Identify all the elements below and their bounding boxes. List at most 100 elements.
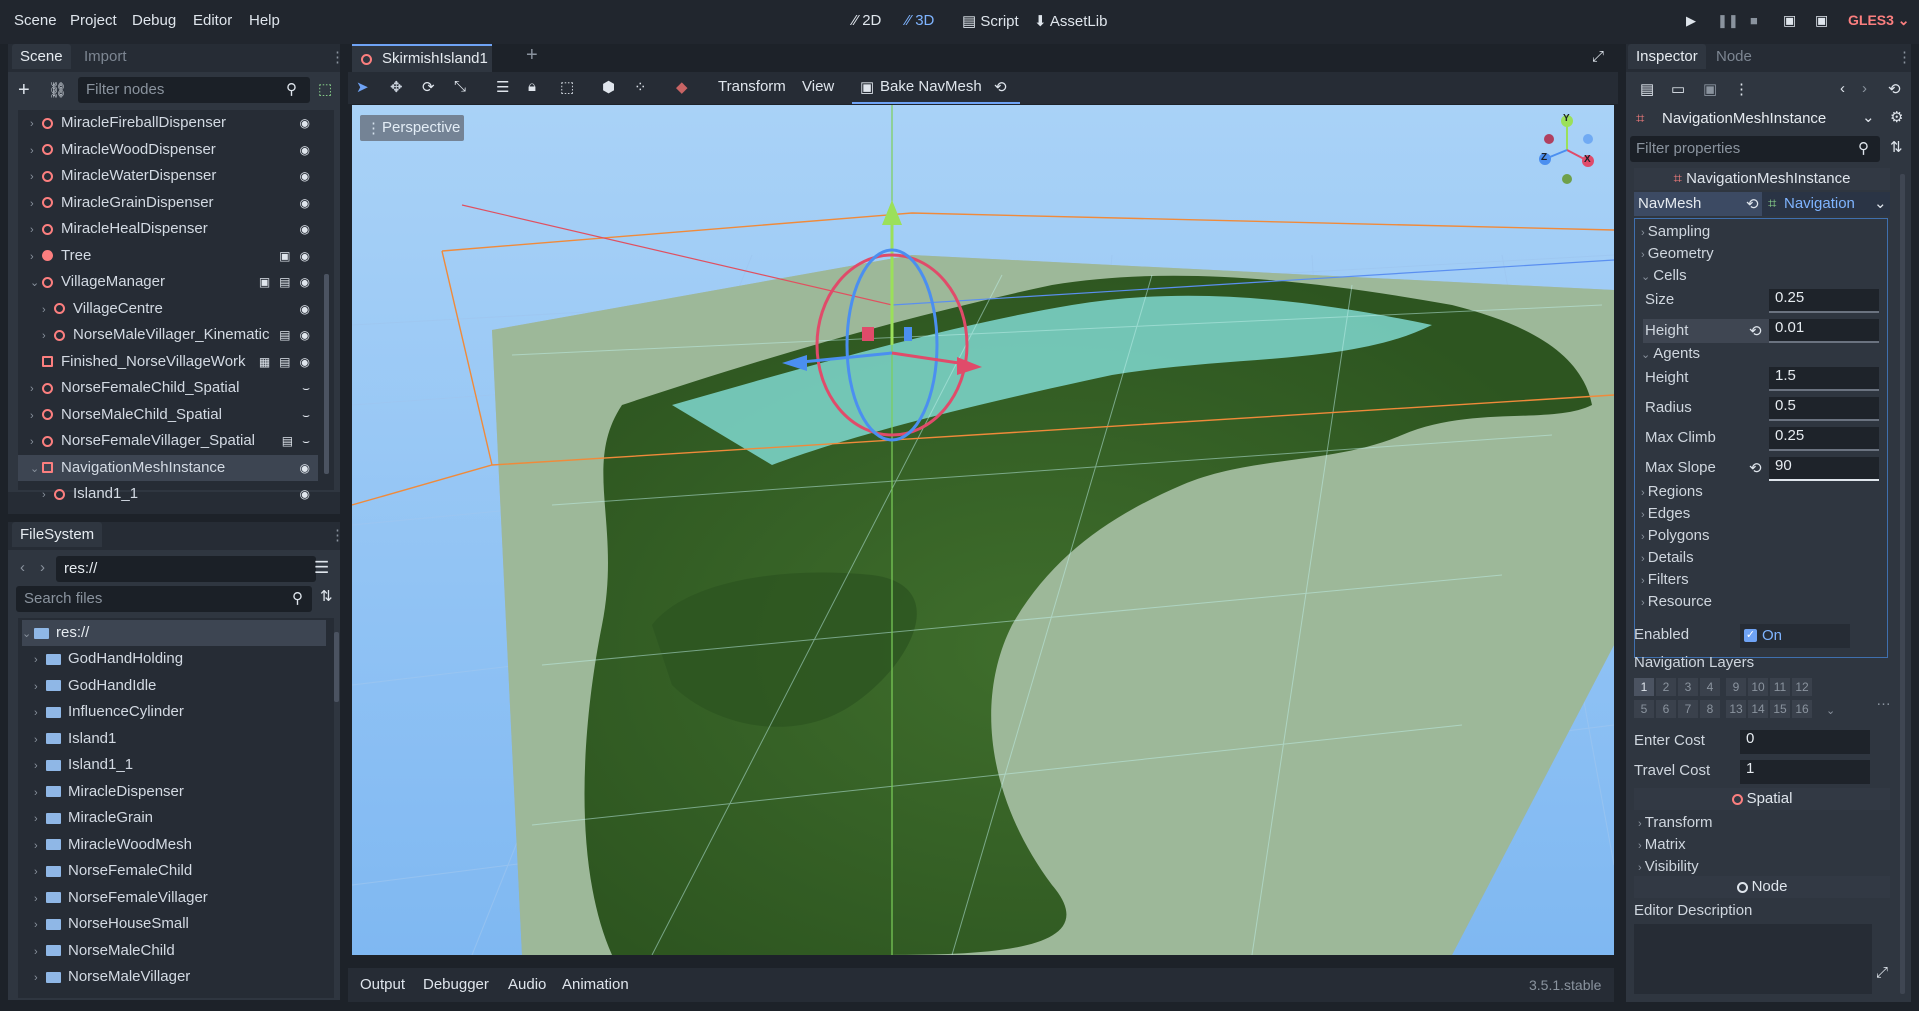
list-select-icon[interactable]: ☰ <box>496 78 509 96</box>
visibility-eye-icon[interactable]: ◉ <box>300 355 310 369</box>
workspace-2d-button[interactable]: ⁄⁄ 2D <box>853 12 881 29</box>
group-geometry[interactable]: › Geometry <box>1641 245 1714 262</box>
file-tree-scrollbar[interactable] <box>334 632 339 702</box>
scene-tree-node[interactable]: › Tree ▣ ◉ <box>18 243 318 269</box>
menu-debug[interactable]: Debug <box>132 12 176 29</box>
object-properties-icon[interactable]: ⚙ <box>1890 108 1903 126</box>
local-space-icon[interactable]: ⬢ <box>602 78 615 96</box>
new-scene-tab-icon[interactable]: + <box>526 44 538 67</box>
expand-arrow-icon[interactable]: › <box>30 217 42 243</box>
layers-menu-icon[interactable]: … <box>1876 692 1891 709</box>
save-icon[interactable]: ▣ <box>1703 80 1717 98</box>
expand-arrow-icon[interactable]: › <box>34 859 46 885</box>
play-icon[interactable]: ▶ <box>1686 13 1696 29</box>
revert-icon[interactable]: ⟲ <box>1749 459 1762 477</box>
file-tree-folder[interactable]: › MiracleGrain <box>22 805 322 831</box>
group-matrix[interactable]: › Matrix <box>1638 836 1686 853</box>
revert-icon[interactable]: ⟲ <box>1749 322 1762 340</box>
group-edges[interactable]: › Edges <box>1641 505 1690 522</box>
group-polygons[interactable]: › Polygons <box>1641 527 1709 544</box>
file-tree-folder[interactable]: › Island1_1 <box>22 752 322 778</box>
agent-height-field[interactable]: 1.5 <box>1769 367 1879 391</box>
expand-arrow-icon[interactable]: › <box>34 965 46 991</box>
scene-tree-node[interactable]: › NorseMaleVillager_Kinematic ▤ ◉ <box>18 322 318 348</box>
tab-filesystem[interactable]: FileSystem <box>12 522 103 547</box>
visibility-eye-icon[interactable]: ◉ <box>300 249 310 263</box>
open-icon[interactable]: ▭ <box>1671 80 1685 98</box>
back-icon[interactable]: ‹ <box>20 559 25 576</box>
hidden-eye-icon[interactable]: ⌣ <box>302 408 310 422</box>
animation-tab[interactable]: Animation <box>562 976 629 993</box>
file-tree-folder[interactable]: › Island1 <box>22 726 322 752</box>
node-indicator-icon[interactable]: ▣ <box>279 249 290 263</box>
expand-arrow-icon[interactable]: › <box>30 244 42 270</box>
nav-layer-cell[interactable]: 10 <box>1748 678 1768 696</box>
tab-inspector[interactable]: Inspector <box>1628 44 1706 69</box>
group-regions[interactable]: › Regions <box>1641 483 1703 500</box>
perspective-menu[interactable]: ⋮ Perspective <box>360 115 464 141</box>
menu-scene[interactable]: Scene <box>14 12 57 29</box>
distraction-free-icon[interactable]: ⤢ <box>1592 48 1604 65</box>
expand-arrow-icon[interactable]: › <box>34 833 46 859</box>
navigation-layers-grid[interactable]: 1 2 3 4 9 10 11 12 5 6 7 8 13 14 15 16 <box>1634 678 1874 720</box>
history-back-icon[interactable]: ‹ <box>1840 80 1845 97</box>
expand-icon[interactable]: ⤢ <box>1876 964 1888 981</box>
travel-cost-field[interactable]: 1 <box>1740 760 1870 784</box>
audio-tab[interactable]: Audio <box>508 976 546 993</box>
visibility-eye-icon[interactable]: ◉ <box>300 222 310 236</box>
expand-arrow-icon[interactable]: › <box>34 674 46 700</box>
3d-viewport[interactable]: ⋮ Perspective Y Z X <box>352 105 1614 955</box>
file-tree-folder[interactable]: › NorseMaleChild <box>22 938 322 964</box>
stop-icon[interactable]: ■ <box>1750 13 1758 28</box>
hidden-eye-icon[interactable]: ⌣ <box>302 434 310 448</box>
scene-tree-node[interactable]: › Island1_1 ◉ <box>18 481 318 507</box>
workspace-assetlib-button[interactable]: ⬇ AssetLib <box>1034 12 1107 30</box>
more-icon[interactable]: ⋮ <box>1734 80 1749 98</box>
expand-arrow-icon[interactable]: › <box>34 753 46 779</box>
node-indicator-icon[interactable]: ▤ <box>282 434 293 448</box>
scene-tree-node[interactable]: › NorseFemaleChild_Spatial ⌣ <box>18 375 318 401</box>
max-climb-field[interactable]: 0.25 <box>1769 427 1879 451</box>
group-cells[interactable]: ⌄ Cells <box>1641 267 1687 284</box>
expand-arrow-icon[interactable]: › <box>30 429 42 455</box>
new-resource-icon[interactable]: ▤ <box>1640 80 1654 98</box>
node-indicator-icon[interactable]: ▣ <box>259 275 270 289</box>
scene-tree-node[interactable]: › MiracleWoodDispenser ◉ <box>18 137 318 163</box>
nav-layer-cell[interactable]: 13 <box>1726 700 1746 718</box>
file-tree-folder[interactable]: › NorseMaleVillager <box>22 964 322 990</box>
tab-scene[interactable]: Scene <box>12 44 71 69</box>
cell-height-field[interactable]: 0.01 <box>1769 319 1879 343</box>
nav-layer-cell[interactable]: 15 <box>1770 700 1790 718</box>
expand-arrow-icon[interactable]: › <box>30 191 42 217</box>
scene-tree-node[interactable]: › MiracleFireballDispenser ◉ <box>18 110 318 136</box>
node-indicator-icon[interactable]: ▤ <box>279 275 290 289</box>
visibility-eye-icon[interactable]: ◉ <box>300 169 310 183</box>
scene-tree-node[interactable]: › MiracleGrainDispenser ◉ <box>18 190 318 216</box>
expand-arrow-icon[interactable]: › <box>34 780 46 806</box>
expand-arrow-icon[interactable]: ⌄ <box>30 456 42 482</box>
renderer-select[interactable]: GLES3 ⌄ <box>1848 12 1910 29</box>
scene-tree-scrollbar[interactable] <box>324 274 329 474</box>
expand-arrow-icon[interactable]: › <box>30 138 42 164</box>
visibility-eye-icon[interactable]: ◉ <box>300 116 310 130</box>
expand-arrow-icon[interactable]: › <box>30 164 42 190</box>
dock-menu-icon[interactable]: ⋮ <box>330 48 345 66</box>
property-sort-icon[interactable]: ⇅ <box>1890 138 1903 156</box>
view-menu[interactable]: View <box>802 78 834 95</box>
scene-tree-node[interactable]: Finished_NorseVillageWork ▦ ▤ ◉ <box>18 349 318 375</box>
menu-editor[interactable]: Editor <box>193 12 232 29</box>
nav-layer-cell[interactable]: 11 <box>1770 678 1790 696</box>
search-files-input[interactable]: Search files ⚲ <box>16 586 312 612</box>
dock-menu-icon[interactable]: ⋮ <box>1897 48 1912 66</box>
expand-arrow-icon[interactable]: › <box>34 806 46 832</box>
file-tree-root[interactable]: ⌄ res:// <box>22 620 326 646</box>
node-indicator-icon[interactable]: ▦ <box>259 355 270 369</box>
expand-arrow-icon[interactable]: › <box>34 700 46 726</box>
inspector-scrollbar[interactable] <box>1900 174 1905 994</box>
scene-tree-node[interactable]: › MiracleWaterDispenser ◉ <box>18 163 318 189</box>
nav-layer-cell[interactable]: 8 <box>1700 700 1720 718</box>
group-sampling[interactable]: › Sampling <box>1641 223 1710 240</box>
file-tree-folder[interactable]: › GodHandIdle <box>22 673 322 699</box>
select-tool-icon[interactable]: ➤ <box>356 78 369 96</box>
play-scene-icon[interactable]: ▣ <box>1783 12 1796 29</box>
